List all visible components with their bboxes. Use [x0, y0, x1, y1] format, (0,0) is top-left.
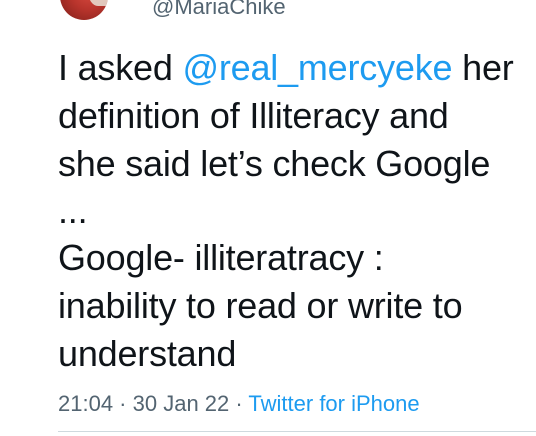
author-handle[interactable]: @MariaChike — [152, 0, 286, 18]
meta-separator: · — [113, 391, 133, 416]
tweet-line-4: ... — [58, 190, 88, 231]
tweet-text-prefix: I asked — [58, 47, 183, 88]
tweet-text-suffix: her — [452, 47, 514, 88]
tweet-line-5: Google- illiteratracy : — [58, 237, 384, 278]
tweet-time[interactable]: 21:04 — [58, 391, 113, 416]
mention-link[interactable]: @real_mercyeke — [182, 47, 452, 88]
tweet-source-link[interactable]: Twitter for iPhone — [248, 391, 419, 416]
divider — [58, 431, 536, 432]
tweet-line-6: inability to read or write to — [58, 285, 463, 326]
tweet-line-1: I asked @real_mercyeke her — [58, 44, 528, 92]
tweet-header: @MariaChike — [0, 0, 536, 24]
tweet-meta: 21:04 · 30 Jan 22 · Twitter for iPhone — [58, 390, 420, 418]
avatar[interactable] — [60, 0, 108, 20]
tweet-line-2: definition of Illiteracy and — [58, 95, 449, 136]
tweet-line-7: understand — [58, 333, 237, 374]
meta-separator: · — [229, 391, 249, 416]
tweet-text: I asked @real_mercyeke her definition of… — [58, 44, 528, 378]
tweet: @MariaChike I asked @real_mercyeke her d… — [0, 0, 536, 436]
tweet-date[interactable]: 30 Jan 22 — [133, 391, 230, 416]
tweet-line-3: she said let’s check Google — [58, 143, 491, 184]
